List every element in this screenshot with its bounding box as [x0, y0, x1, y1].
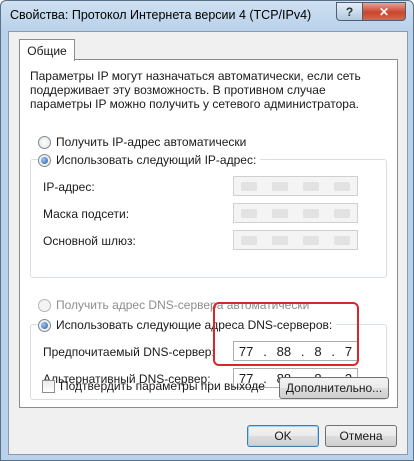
preferred-dns-label: Предпочитаемый DNS-сервер:	[43, 345, 215, 359]
validate-on-exit-label: Подтвердить параметры при выходе	[60, 379, 265, 393]
tab-general[interactable]: Общие	[19, 39, 75, 61]
close-button[interactable]: ✕	[362, 2, 406, 21]
ip-manual-label: Использовать следующий IP-адрес:	[56, 153, 257, 167]
default-gateway-label: Основной шлюз:	[43, 234, 136, 248]
dialog-client-area: Общие Параметры IP могут назначаться авт…	[8, 31, 408, 455]
advanced-button[interactable]: Дополнительно...	[279, 377, 389, 399]
dns-manual-radio[interactable]	[38, 318, 51, 332]
ip-auto-option[interactable]: Получить IP-адрес автоматически	[38, 135, 246, 149]
ip-manual-radio[interactable]	[38, 153, 51, 167]
description-text: Параметры IP могут назначаться автоматич…	[30, 69, 361, 111]
dns-auto-radio[interactable]	[38, 298, 51, 312]
subnet-mask-field[interactable]	[233, 203, 358, 223]
ip-manual-option[interactable]: Использовать следующий IP-адрес:	[38, 153, 261, 167]
ip-address-label: IP-адрес:	[43, 180, 95, 194]
help-button[interactable]: ?	[336, 2, 363, 21]
subnet-mask-label: Маска подсети:	[43, 207, 130, 221]
cancel-button[interactable]: Отмена	[325, 425, 397, 447]
dns-highlight-frame	[213, 302, 359, 366]
validate-on-exit-checkbox[interactable]	[42, 379, 55, 393]
ip-auto-radio[interactable]	[38, 135, 51, 149]
ip-auto-label: Получить IP-адрес автоматически	[56, 135, 247, 149]
title-bar[interactable]: Свойства: Протокол Интернета версии 4 (T…	[1, 1, 413, 31]
default-gateway-field[interactable]	[233, 230, 358, 250]
window-title: Свойства: Протокол Интернета версии 4 (T…	[10, 8, 312, 22]
ok-button[interactable]: OK	[247, 425, 319, 447]
ip-address-field[interactable]	[233, 176, 358, 196]
dialog-window: Свойства: Протокол Интернета версии 4 (T…	[0, 0, 414, 461]
validate-on-exit-option[interactable]: Подтвердить параметры при выходе	[42, 379, 265, 393]
